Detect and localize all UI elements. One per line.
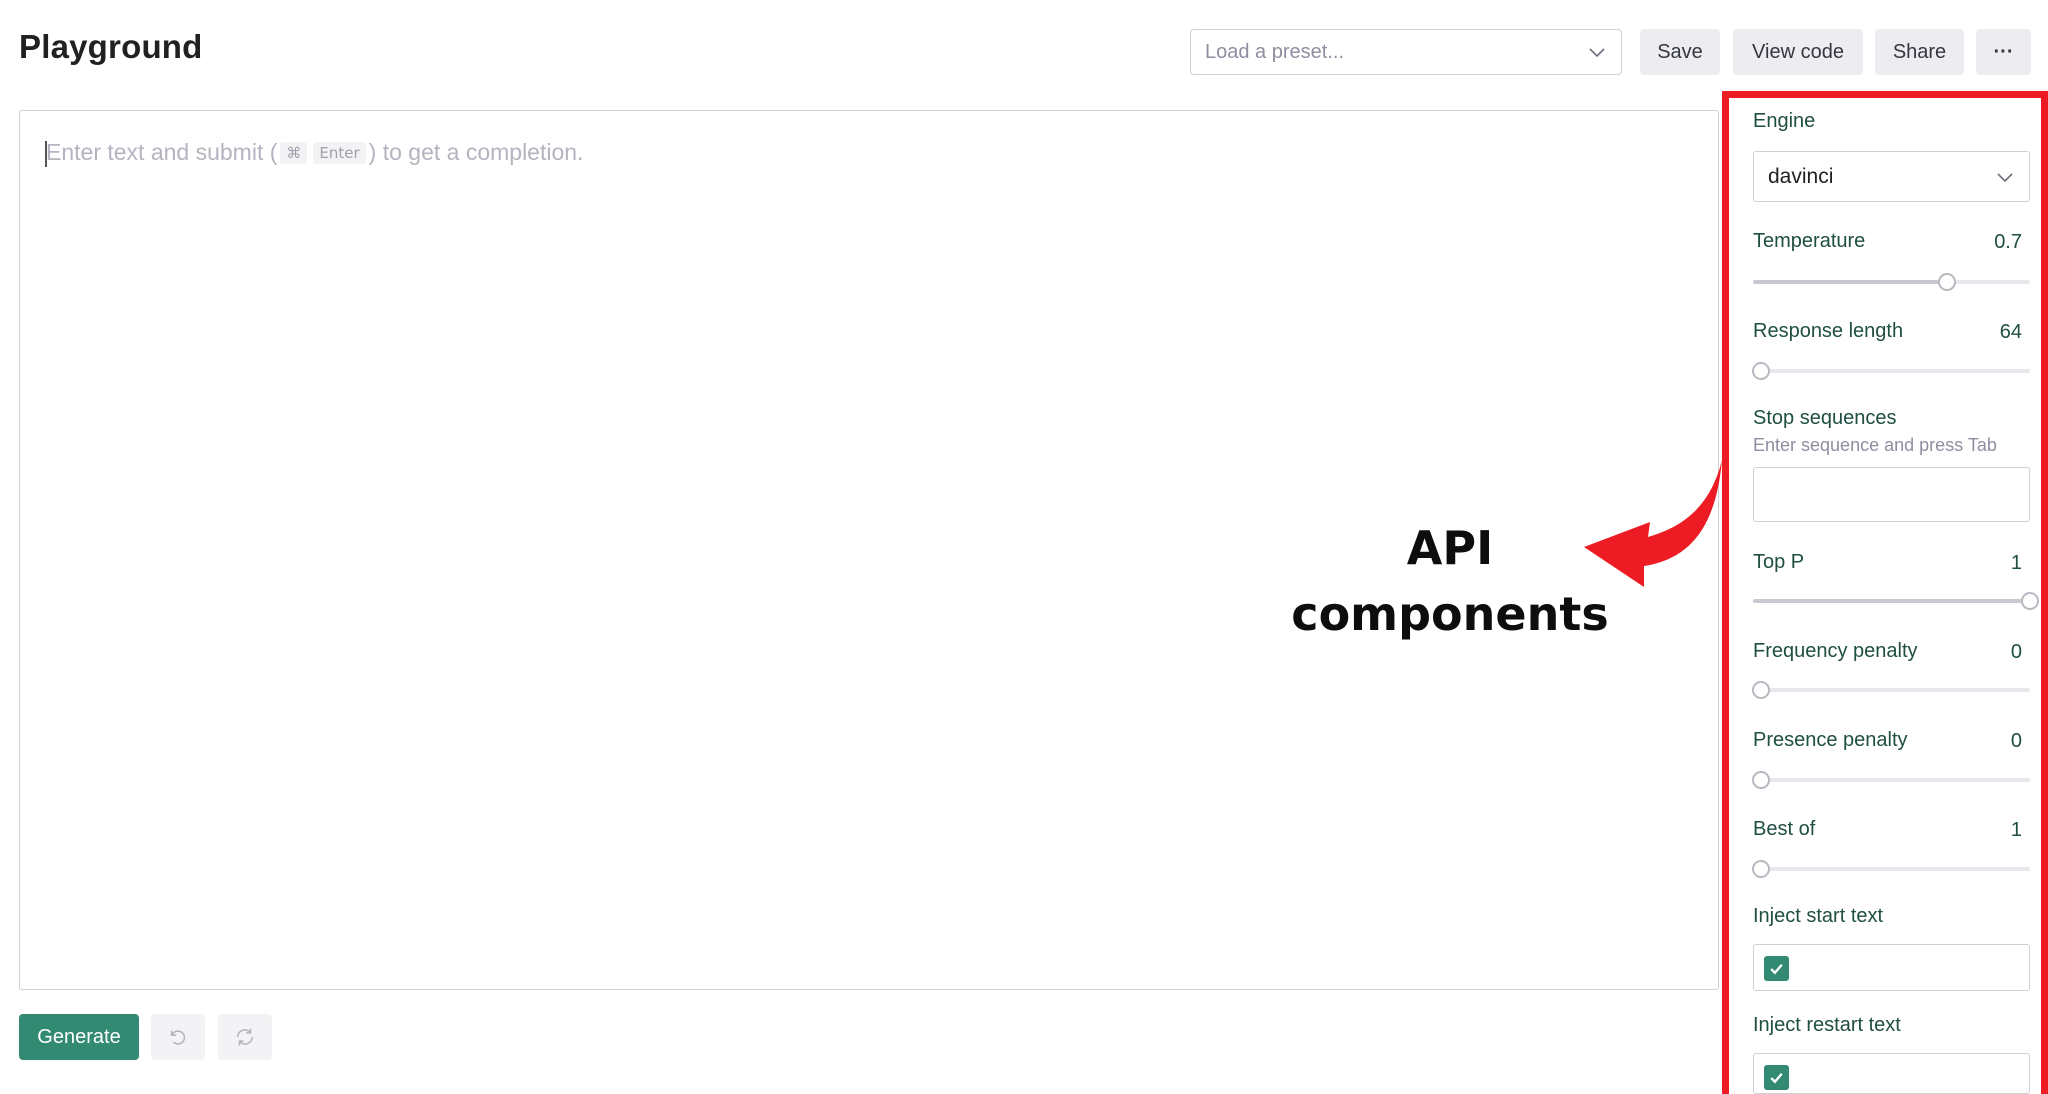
kbd-enter: Enter bbox=[313, 141, 366, 164]
placeholder-text-start: Enter text and submit ( bbox=[46, 139, 278, 165]
regenerate-button[interactable] bbox=[218, 1014, 272, 1060]
annotation-line-2: components bbox=[1291, 587, 1609, 641]
share-button[interactable]: Share bbox=[1875, 29, 1964, 75]
view-code-button[interactable]: View code bbox=[1733, 29, 1863, 75]
page-title: Playground bbox=[19, 28, 203, 65]
preset-placeholder: Load a preset... bbox=[1205, 40, 1344, 63]
placeholder-text-end: ) to get a completion. bbox=[368, 139, 584, 165]
highlight-frame bbox=[1722, 91, 2048, 1094]
undo-icon bbox=[170, 1030, 186, 1045]
save-button[interactable]: Save bbox=[1640, 29, 1720, 75]
curved-arrow-icon bbox=[1584, 460, 1722, 587]
annotation-line-1: API bbox=[1406, 521, 1494, 575]
annotation-text: API components bbox=[1280, 515, 1620, 647]
chevron-down-icon bbox=[1589, 48, 1605, 58]
regenerate-icon bbox=[236, 1028, 254, 1046]
editor-placeholder: Enter text and submit ( ⌘ Enter ) to get… bbox=[46, 139, 583, 166]
generate-button[interactable]: Generate bbox=[19, 1014, 139, 1060]
kbd-command: ⌘ bbox=[280, 141, 308, 164]
undo-button[interactable] bbox=[151, 1014, 205, 1060]
preset-select[interactable]: Load a preset... bbox=[1190, 29, 1622, 75]
more-options-button[interactable]: ··· bbox=[1976, 29, 2031, 75]
